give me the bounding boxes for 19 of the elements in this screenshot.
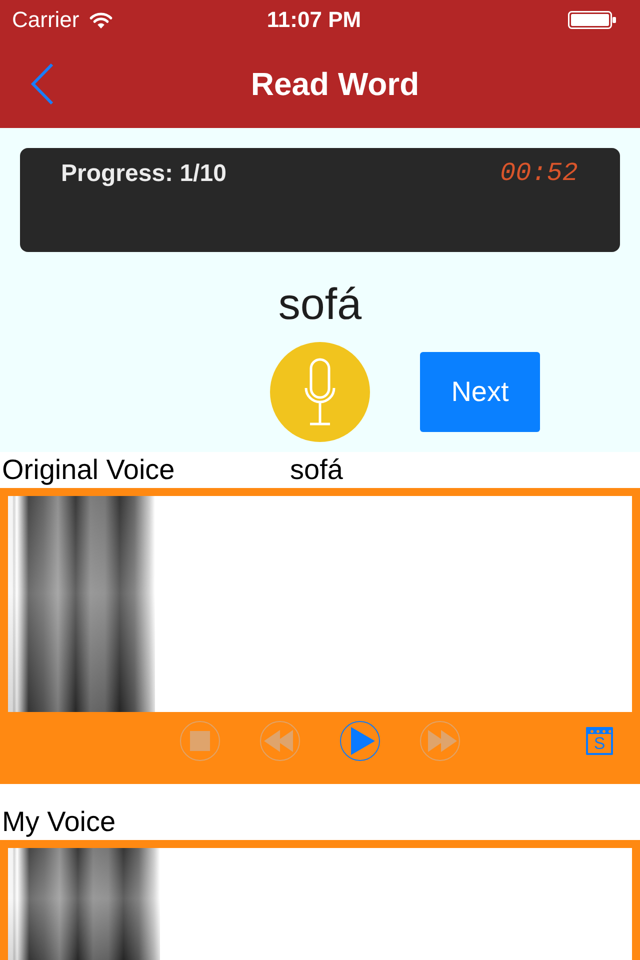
play-icon <box>350 727 374 755</box>
page-title: Read Word <box>250 65 420 103</box>
wifi-icon <box>89 12 114 28</box>
carrier-name: Carrier <box>12 7 80 33</box>
rewind-icon <box>264 730 294 752</box>
back-icon[interactable] <box>30 63 54 105</box>
target-word: sofá <box>278 279 362 331</box>
stop-icon <box>190 731 210 751</box>
play-button[interactable] <box>340 721 380 761</box>
microphone-icon <box>304 358 336 426</box>
battery-icon <box>568 11 616 29</box>
my-voice-label: My Voice <box>2 805 116 839</box>
fast-forward-icon <box>426 730 456 752</box>
timer-text: 00:52 <box>500 158 578 188</box>
next-button[interactable]: Next <box>420 352 540 432</box>
progress-text: Progress: 1/10 <box>61 159 226 189</box>
status-time: 11:07 PM <box>266 7 362 33</box>
original-voice-label: Original Voice <box>2 453 175 487</box>
original-voice-word: sofá <box>290 453 343 487</box>
